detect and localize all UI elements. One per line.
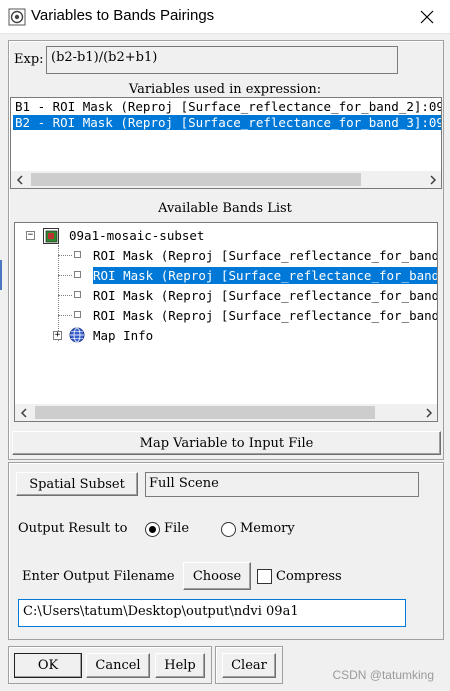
close-icon <box>420 10 434 24</box>
chevron-left-icon <box>20 407 27 418</box>
expand-map-info-toggle[interactable]: + <box>53 331 62 340</box>
clear-button[interactable]: Clear <box>222 653 276 678</box>
tree-branch <box>58 255 72 256</box>
variable-item-b1[interactable]: B1 - ROI Mask (Reproj [Surface_reflectan… <box>13 99 441 114</box>
tree-map-info[interactable]: Map Info <box>93 327 153 344</box>
tree-root-dataset[interactable]: 09a1-mosaic-subset <box>69 227 204 244</box>
collapse-root-toggle[interactable]: − <box>26 231 35 240</box>
bands-tree[interactable]: − 09a1-mosaic-subset ROI Mask (Reproj [S… <box>14 222 438 422</box>
band-leaf-icon <box>74 271 81 278</box>
help-button[interactable]: Help <box>155 653 205 678</box>
title-bar: Variables to Bands Pairings <box>0 0 450 34</box>
chevron-left-icon <box>16 174 23 185</box>
output-filename-label: Enter Output Filename <box>22 569 175 584</box>
variable-item-b2[interactable]: B2 - ROI Mask (Reproj [Surface_reflectan… <box>13 115 441 130</box>
spatial-subset-value: Full Scene <box>145 472 419 497</box>
output-result-label: Output Result to <box>18 521 128 536</box>
band-item-3[interactable]: ROI Mask (Reproj [Surface_reflectance_fo… <box>93 287 437 304</box>
radio-memory[interactable] <box>221 522 236 537</box>
tree-branch <box>58 275 72 276</box>
globe-icon <box>69 327 85 343</box>
scroll-right-button[interactable] <box>424 171 441 188</box>
band-leaf-icon <box>74 251 81 258</box>
window-title: Variables to Bands Pairings <box>31 7 215 24</box>
variables-list[interactable]: B1 - ROI Mask (Reproj [Surface_reflectan… <box>10 97 442 189</box>
background-window-edge <box>0 260 2 290</box>
bands-heading: Available Bands List <box>158 201 292 216</box>
radio-memory-label[interactable]: Memory <box>240 521 295 536</box>
dataset-icon <box>43 228 59 244</box>
band-leaf-icon <box>74 311 81 318</box>
bands-scroll-thumb[interactable] <box>35 406 375 419</box>
variables-scroll-thumb[interactable] <box>31 173 361 186</box>
close-button[interactable] <box>404 0 450 34</box>
watermark: CSDN @tatumking <box>332 668 434 682</box>
band-item-1[interactable]: ROI Mask (Reproj [Surface_reflectance_fo… <box>93 247 437 264</box>
map-variable-button[interactable]: Map Variable to Input File <box>12 431 441 455</box>
output-filename-input[interactable]: C:\Users\tatum\Desktop\output\ndvi 09a1 <box>18 599 406 627</box>
band-item-4[interactable]: ROI Mask (Reproj [Surface_reflectance_fo… <box>93 307 437 324</box>
expression-label: Exp: <box>14 52 44 67</box>
compress-checkbox[interactable] <box>257 569 272 584</box>
chevron-right-icon <box>429 174 436 185</box>
cancel-button[interactable]: Cancel <box>86 653 150 678</box>
bands-hscrollbar[interactable] <box>15 404 437 421</box>
choose-button[interactable]: Choose <box>183 562 251 590</box>
tree-branch <box>58 315 72 316</box>
compress-label[interactable]: Compress <box>276 569 342 584</box>
scroll-left-button[interactable] <box>11 171 28 188</box>
envi-app-icon <box>8 8 26 26</box>
radio-selected-dot <box>149 526 156 533</box>
chevron-right-icon <box>425 407 432 418</box>
radio-file[interactable] <box>145 522 160 537</box>
band-item-2[interactable]: ROI Mask (Reproj [Surface_reflectance_fo… <box>93 267 437 284</box>
ok-button[interactable]: OK <box>14 653 82 678</box>
variables-hscrollbar[interactable] <box>11 171 441 188</box>
variables-heading: Variables used in expression: <box>128 82 322 97</box>
band-leaf-icon <box>74 291 81 298</box>
expression-field[interactable]: (b2-b1)/(b2+b1) <box>46 46 398 74</box>
tree-branch <box>58 295 72 296</box>
spatial-subset-button[interactable]: Spatial Subset <box>16 472 138 496</box>
tree-guide-line <box>58 245 59 341</box>
scroll-left-button[interactable] <box>15 404 32 421</box>
radio-file-label[interactable]: File <box>164 521 189 536</box>
scroll-right-button[interactable] <box>420 404 437 421</box>
